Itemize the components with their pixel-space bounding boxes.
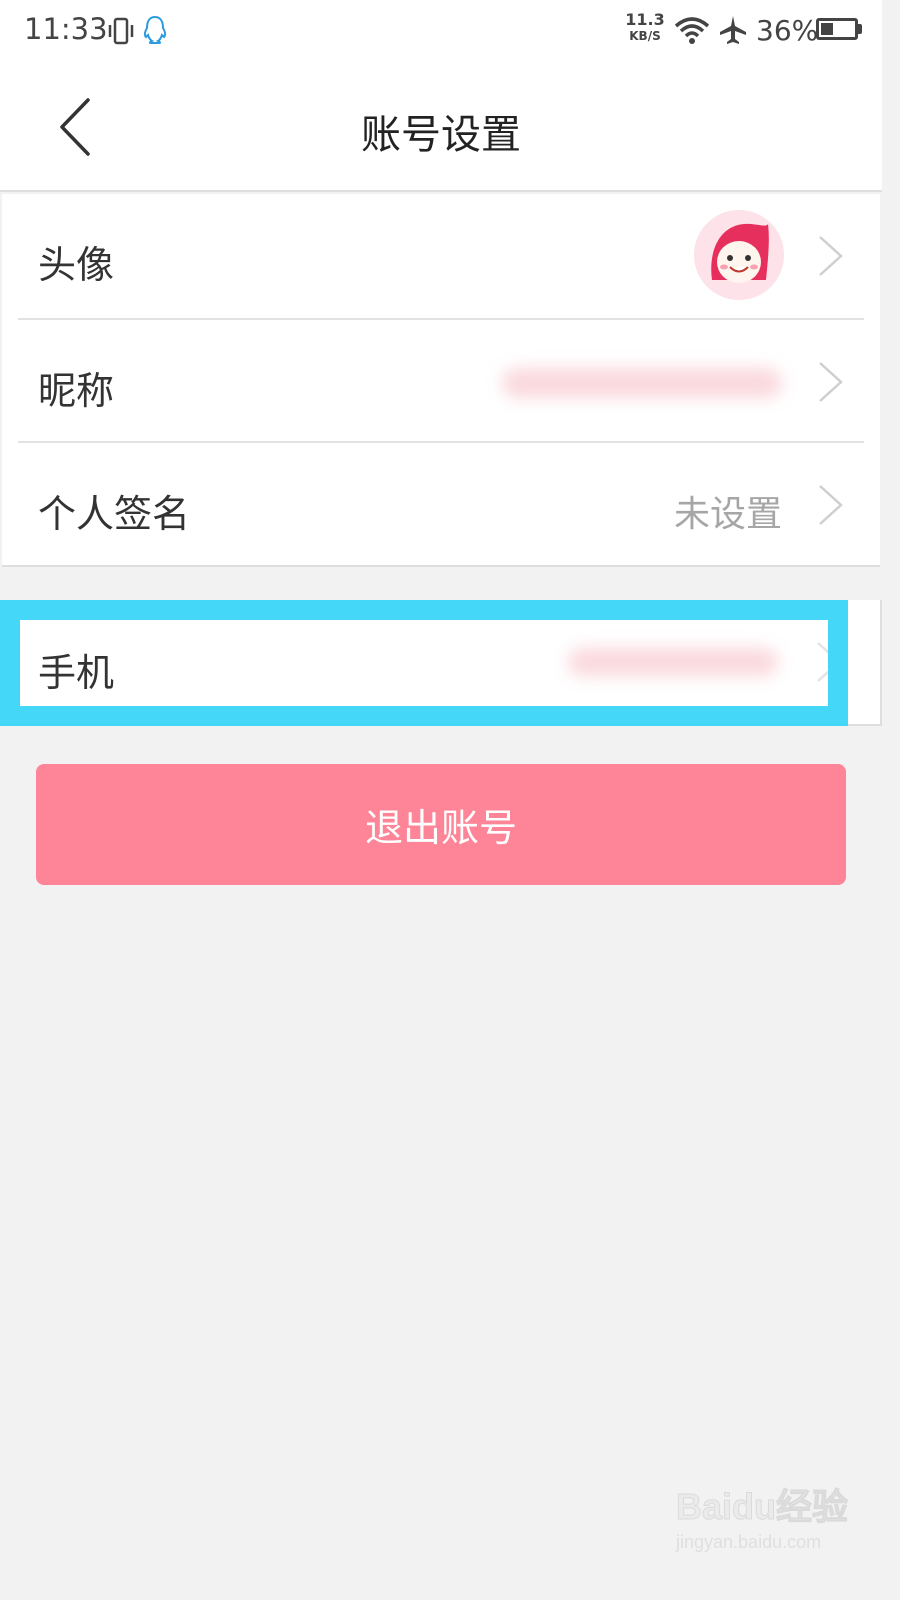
nickname-row[interactable]: 昵称 <box>2 320 880 444</box>
nickname-value-blurred <box>502 368 782 398</box>
watermark: Baidu经验 jingyan.baidu.com <box>676 1478 856 1553</box>
qq-icon <box>140 14 170 50</box>
chevron-right-icon <box>819 362 843 402</box>
signature-row[interactable]: 个人签名 未设置 <box>2 443 880 567</box>
chevron-right-icon <box>817 642 841 682</box>
chevron-right-icon <box>819 485 843 525</box>
battery-cap <box>858 24 862 34</box>
nickname-label: 昵称 <box>38 369 115 413</box>
network-speed-value: 11.3 <box>625 10 665 29</box>
watermark-url: jingyan.baidu.com <box>676 1532 822 1552</box>
wifi-icon <box>674 16 710 50</box>
network-speed-unit: KB/S <box>629 29 661 43</box>
logout-button[interactable]: 退出账号 <box>36 764 846 885</box>
airplane-mode-icon <box>718 14 748 50</box>
signature-label: 个人签名 <box>38 492 191 536</box>
vibrate-icon <box>107 16 135 50</box>
avatar-row[interactable]: 头像 <box>2 194 880 318</box>
page-title: 账号设置 <box>361 112 521 158</box>
profile-settings-group: 头像 昵称 个人签名 未设置 <box>2 194 880 567</box>
signature-value: 未设置 <box>673 494 782 535</box>
status-time: 11:33 <box>24 12 108 46</box>
status-bar: 11:33 11.3 KB/S 36% <box>0 0 882 64</box>
watermark-logo: Baidu经验 <box>676 1486 849 1528</box>
network-speed: 11.3 KB/S <box>624 12 666 44</box>
battery-icon <box>816 18 858 40</box>
navigation-bar: 账号设置 <box>0 64 882 192</box>
phone-label: 手机 <box>38 651 115 695</box>
chevron-right-icon <box>819 236 843 276</box>
battery-percent: 36% <box>756 14 819 47</box>
avatar <box>694 210 784 300</box>
avatar-label: 头像 <box>38 243 115 287</box>
phone-value-blurred <box>568 648 778 676</box>
